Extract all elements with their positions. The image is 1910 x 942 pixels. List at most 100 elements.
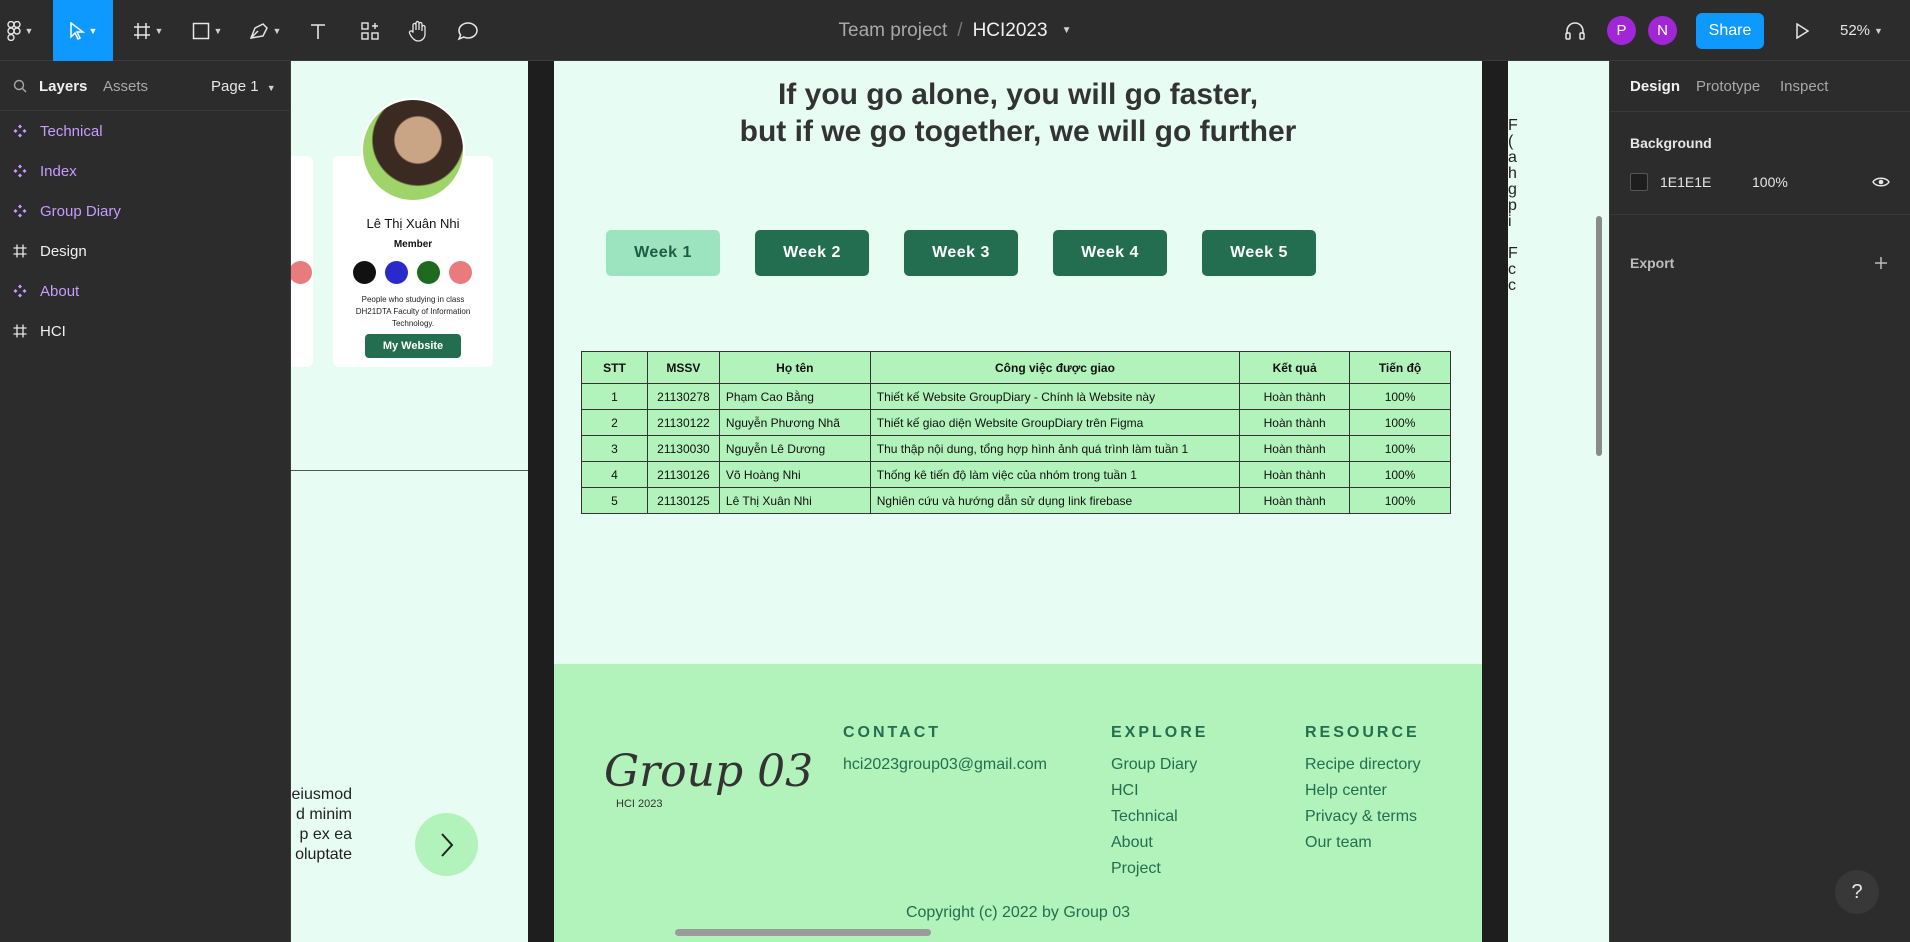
- chevron-down-icon: ▼: [1874, 25, 1883, 36]
- shape-tool-button[interactable]: ▼: [186, 0, 228, 61]
- frame-partial-right[interactable]: F(a h g p i Fc c: [1508, 61, 1609, 942]
- footer-link[interactable]: Recipe directory: [1305, 756, 1421, 774]
- footer-link[interactable]: Group Diary: [1111, 756, 1197, 774]
- footer-link[interactable]: HCI: [1111, 782, 1139, 800]
- cursor-icon: [69, 21, 85, 40]
- headphones-icon: [1565, 21, 1585, 40]
- page-label: Page 1: [211, 78, 259, 95]
- table-cell: Thu thập nội dung, tổng hợp hình ảnh quá…: [869, 435, 1241, 462]
- frame-about[interactable]: Lê Thị Xuân Nhi Member People who studyi…: [291, 61, 528, 942]
- main-menu-button[interactable]: ▼: [0, 0, 40, 61]
- search-icon[interactable]: [13, 79, 27, 93]
- table-cell: 100%: [1349, 461, 1451, 488]
- pen-tool-button[interactable]: ▼: [244, 0, 286, 61]
- footer-link[interactable]: Our team: [1305, 834, 1372, 852]
- text-fragment: c: [1508, 277, 1516, 294]
- next-button[interactable]: [415, 813, 478, 876]
- layers-panel-header: Layers Assets Page 1 ▼: [0, 61, 291, 111]
- footer-link[interactable]: Privacy & terms: [1305, 808, 1417, 826]
- contact-email-link[interactable]: hci2023group03@gmail.com: [843, 756, 1047, 774]
- table-cell: 100%: [1349, 487, 1451, 514]
- member-card-partial: [291, 156, 313, 367]
- table-cell: Hoàn thành: [1239, 383, 1351, 410]
- rectangle-icon: [192, 22, 209, 39]
- member-name: Lê Thị Xuân Nhi: [366, 216, 460, 231]
- text-tool-button[interactable]: [304, 0, 332, 61]
- layer-label: Index: [40, 162, 77, 180]
- chevron-down-icon[interactable]: ▼: [1062, 25, 1072, 36]
- week-3-button[interactable]: Week 3: [904, 230, 1018, 276]
- layer-item[interactable]: Index: [0, 151, 291, 191]
- lorem-line: eiusmod: [291, 786, 352, 803]
- file-name[interactable]: HCI2023: [973, 20, 1048, 42]
- layer-label: About: [40, 282, 80, 300]
- table-cell: 100%: [1349, 435, 1451, 462]
- footer-link[interactable]: Help center: [1305, 782, 1387, 800]
- frame-icon: [133, 22, 150, 39]
- vertical-scrollbar[interactable]: [1596, 216, 1602, 456]
- component-icon: [0, 164, 40, 178]
- member-card: Lê Thị Xuân Nhi Member People who studyi…: [333, 98, 493, 367]
- chevron-down-icon: ▼: [154, 25, 164, 36]
- column-header: Tiến độ: [1349, 351, 1451, 384]
- week-5-button[interactable]: Week 5: [1202, 230, 1316, 276]
- page-quote: If you go alone, you will go faster, but…: [554, 76, 1482, 150]
- layer-item[interactable]: Design: [0, 231, 291, 271]
- present-button[interactable]: [1790, 0, 1814, 61]
- component-icon: [0, 124, 40, 138]
- layer-label: HCI: [40, 322, 66, 340]
- tab-design[interactable]: Design: [1630, 78, 1680, 95]
- tab-assets[interactable]: Assets: [103, 78, 148, 95]
- week-2-button[interactable]: Week 2: [755, 230, 869, 276]
- resources-button[interactable]: [356, 0, 384, 61]
- zoom-menu[interactable]: 52% ▼: [1840, 0, 1883, 61]
- table-cell: 5: [581, 487, 648, 514]
- footer-link[interactable]: About: [1111, 834, 1153, 852]
- hand-tool-button[interactable]: [404, 0, 432, 61]
- frame-icon: [0, 324, 40, 338]
- color-dot: [417, 261, 440, 284]
- week-1-button[interactable]: Week 1: [606, 230, 720, 276]
- layer-item[interactable]: Technical: [0, 111, 291, 151]
- tab-prototype[interactable]: Prototype: [1696, 78, 1760, 95]
- my-website-button[interactable]: My Website: [365, 334, 461, 358]
- canvas[interactable]: Lê Thị Xuân Nhi Member People who studyi…: [291, 61, 1609, 942]
- avatar[interactable]: P: [1607, 16, 1636, 45]
- table-cell: 2: [581, 409, 648, 436]
- audio-button[interactable]: [1560, 0, 1590, 61]
- week-4-button[interactable]: Week 4: [1053, 230, 1167, 276]
- layer-item[interactable]: HCI: [0, 311, 291, 351]
- background-swatch[interactable]: [1630, 173, 1648, 191]
- column-header: Công việc được giao: [869, 351, 1241, 384]
- table-cell: 100%: [1349, 409, 1451, 436]
- layer-item[interactable]: About: [0, 271, 291, 311]
- frame-group-diary[interactable]: If you go alone, you will go faster, but…: [554, 61, 1482, 942]
- plus-icon[interactable]: [1874, 256, 1888, 270]
- table-cell: Hoàn thành: [1239, 409, 1351, 436]
- table-cell: 21130125: [646, 487, 720, 514]
- help-button[interactable]: ?: [1835, 870, 1879, 914]
- layer-label: Group Diary: [40, 202, 121, 220]
- play-icon: [1796, 22, 1809, 39]
- pen-icon: [249, 22, 268, 39]
- tab-layers[interactable]: Layers: [39, 78, 87, 95]
- move-tool-button[interactable]: ▼: [53, 0, 113, 61]
- comment-tool-button[interactable]: [454, 0, 482, 61]
- footer-link[interactable]: Project: [1111, 860, 1161, 878]
- page-selector[interactable]: Page 1 ▼: [211, 78, 276, 95]
- frame-tool-button[interactable]: ▼: [128, 0, 168, 61]
- avatar[interactable]: N: [1648, 16, 1677, 45]
- horizontal-scrollbar[interactable]: [675, 929, 931, 936]
- tab-inspect[interactable]: Inspect: [1780, 78, 1828, 95]
- background-hex-input[interactable]: 1E1E1E: [1660, 174, 1711, 190]
- footer-link[interactable]: Technical: [1111, 808, 1178, 826]
- eye-icon[interactable]: [1872, 175, 1890, 189]
- breadcrumb-team[interactable]: Team project: [839, 20, 948, 42]
- share-button[interactable]: Share: [1696, 13, 1764, 49]
- layer-item[interactable]: Group Diary: [0, 191, 291, 231]
- table-cell: 100%: [1349, 383, 1451, 410]
- member-description: People who studying in class DH21DTA Fac…: [355, 295, 471, 328]
- divider: [1610, 111, 1910, 112]
- background-opacity-input[interactable]: 100%: [1752, 174, 1788, 190]
- layer-label: Technical: [40, 122, 103, 140]
